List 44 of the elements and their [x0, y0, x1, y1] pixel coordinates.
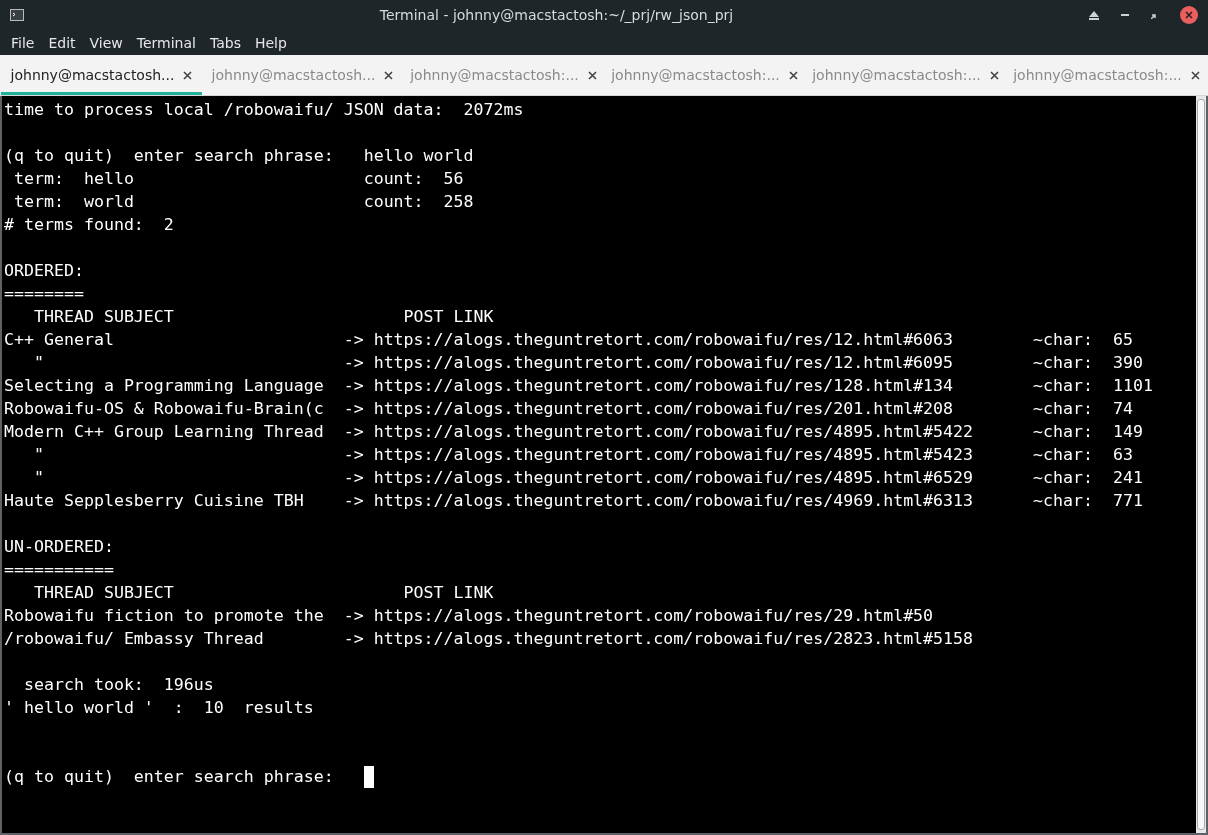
menu-item[interactable]: View — [82, 34, 130, 51]
restore-icon[interactable] — [1151, 11, 1158, 19]
terminal-line: " -> https://alogs.theguntretort.com/robowaifu/res/4895.html#6529 ~char: 241 — [32, 467, 1143, 489]
terminal-line: time to process local /robowaifu/ JSON data: 2072ms — [4, 99, 524, 121]
terminal-line: Robowaifu-OS & Robowaifu-Brain(c -> https://alogs.theguntretort.com/robowaifu/res/201.html#208 ~char: 74 — [4, 398, 1133, 420]
terminal-line: C++ General -> https://alogs.theguntretort.com/robowaifu/res/12.html#6063 ~char: 65 — [4, 329, 1133, 351]
menu-item[interactable]: Edit — [41, 34, 83, 51]
text-cursor — [363, 765, 374, 788]
menu-item[interactable]: Tabs — [202, 34, 248, 51]
terminal-line: " -> https://alogs.theguntretort.com/robowaifu/res/12.html#6095 ~char: 390 — [32, 352, 1143, 374]
terminal-line: # terms found: 2 — [4, 214, 174, 236]
close-tab-icon[interactable] — [183, 70, 193, 80]
terminal-line: ======== — [4, 283, 84, 305]
terminal-line: THREAD SUBJECT POST LINK — [32, 582, 494, 604]
terminal-line: (q to quit) enter search phrase: hello world — [4, 145, 474, 167]
keep-above-icon[interactable] — [1089, 10, 1099, 20]
close-icon[interactable] — [1180, 6, 1198, 24]
close-tab-icon[interactable] — [384, 70, 394, 80]
terminal-line: ' hello world ' : 10 results — [4, 697, 314, 719]
close-tab-icon[interactable] — [1190, 70, 1200, 80]
terminal-line: term: hello count: 56 — [13, 168, 464, 190]
menu-item[interactable]: File — [4, 34, 42, 51]
menu-item[interactable]: Help — [247, 34, 294, 51]
window-title: Terminal - johnny@macstactosh:~/_prj/rw_json_prj — [378, 7, 735, 23]
scrollbar-thumb[interactable] — [1197, 99, 1205, 830]
close-tab-icon[interactable] — [788, 70, 798, 80]
terminal-line: UN-ORDERED: — [4, 536, 114, 558]
terminal-icon — [10, 9, 24, 21]
terminal-line: THREAD SUBJECT POST LINK — [32, 306, 494, 328]
terminal-line: ORDERED: — [4, 260, 84, 282]
terminal-tab[interactable]: johnny@macstactosh... — [1, 55, 202, 95]
terminal-line: term: world count: 258 — [13, 191, 474, 213]
menu-item[interactable]: Terminal — [129, 34, 203, 51]
terminal-line: Robowaifu fiction to promote the -> https://alogs.theguntretort.com/robowaifu/res/29.html#50 — [4, 605, 934, 627]
terminal-line: =========== — [4, 559, 114, 581]
terminal-line: Haute Sepplesberry Cuisine TBH -> https://alogs.theguntretort.com/robowaifu/res/4969.html#6313 ~char: 771 — [4, 490, 1143, 512]
terminal-line: Modern C++ Group Learning Thread -> https://alogs.theguntretort.com/robowaifu/res/4895.html#5422 ~char: 149 — [4, 421, 1143, 443]
terminal-line: Selecting a Programming Language -> https://alogs.theguntretort.com/robowaifu/res/128.html#134 ~char: 1101 — [4, 375, 1153, 397]
close-tab-icon[interactable] — [587, 70, 597, 80]
terminal-line: /robowaifu/ Embassy Thread -> https://alogs.theguntretort.com/robowaifu/res/2823.html#5158 — [4, 628, 974, 650]
terminal-line: " -> https://alogs.theguntretort.com/robowaifu/res/4895.html#5423 ~char: 63 — [32, 444, 1133, 466]
close-tab-icon[interactable] — [989, 70, 999, 80]
terminal-prompt: (q to quit) enter search phrase: — [4, 766, 335, 788]
terminal-line: search took: 196us — [22, 674, 214, 696]
